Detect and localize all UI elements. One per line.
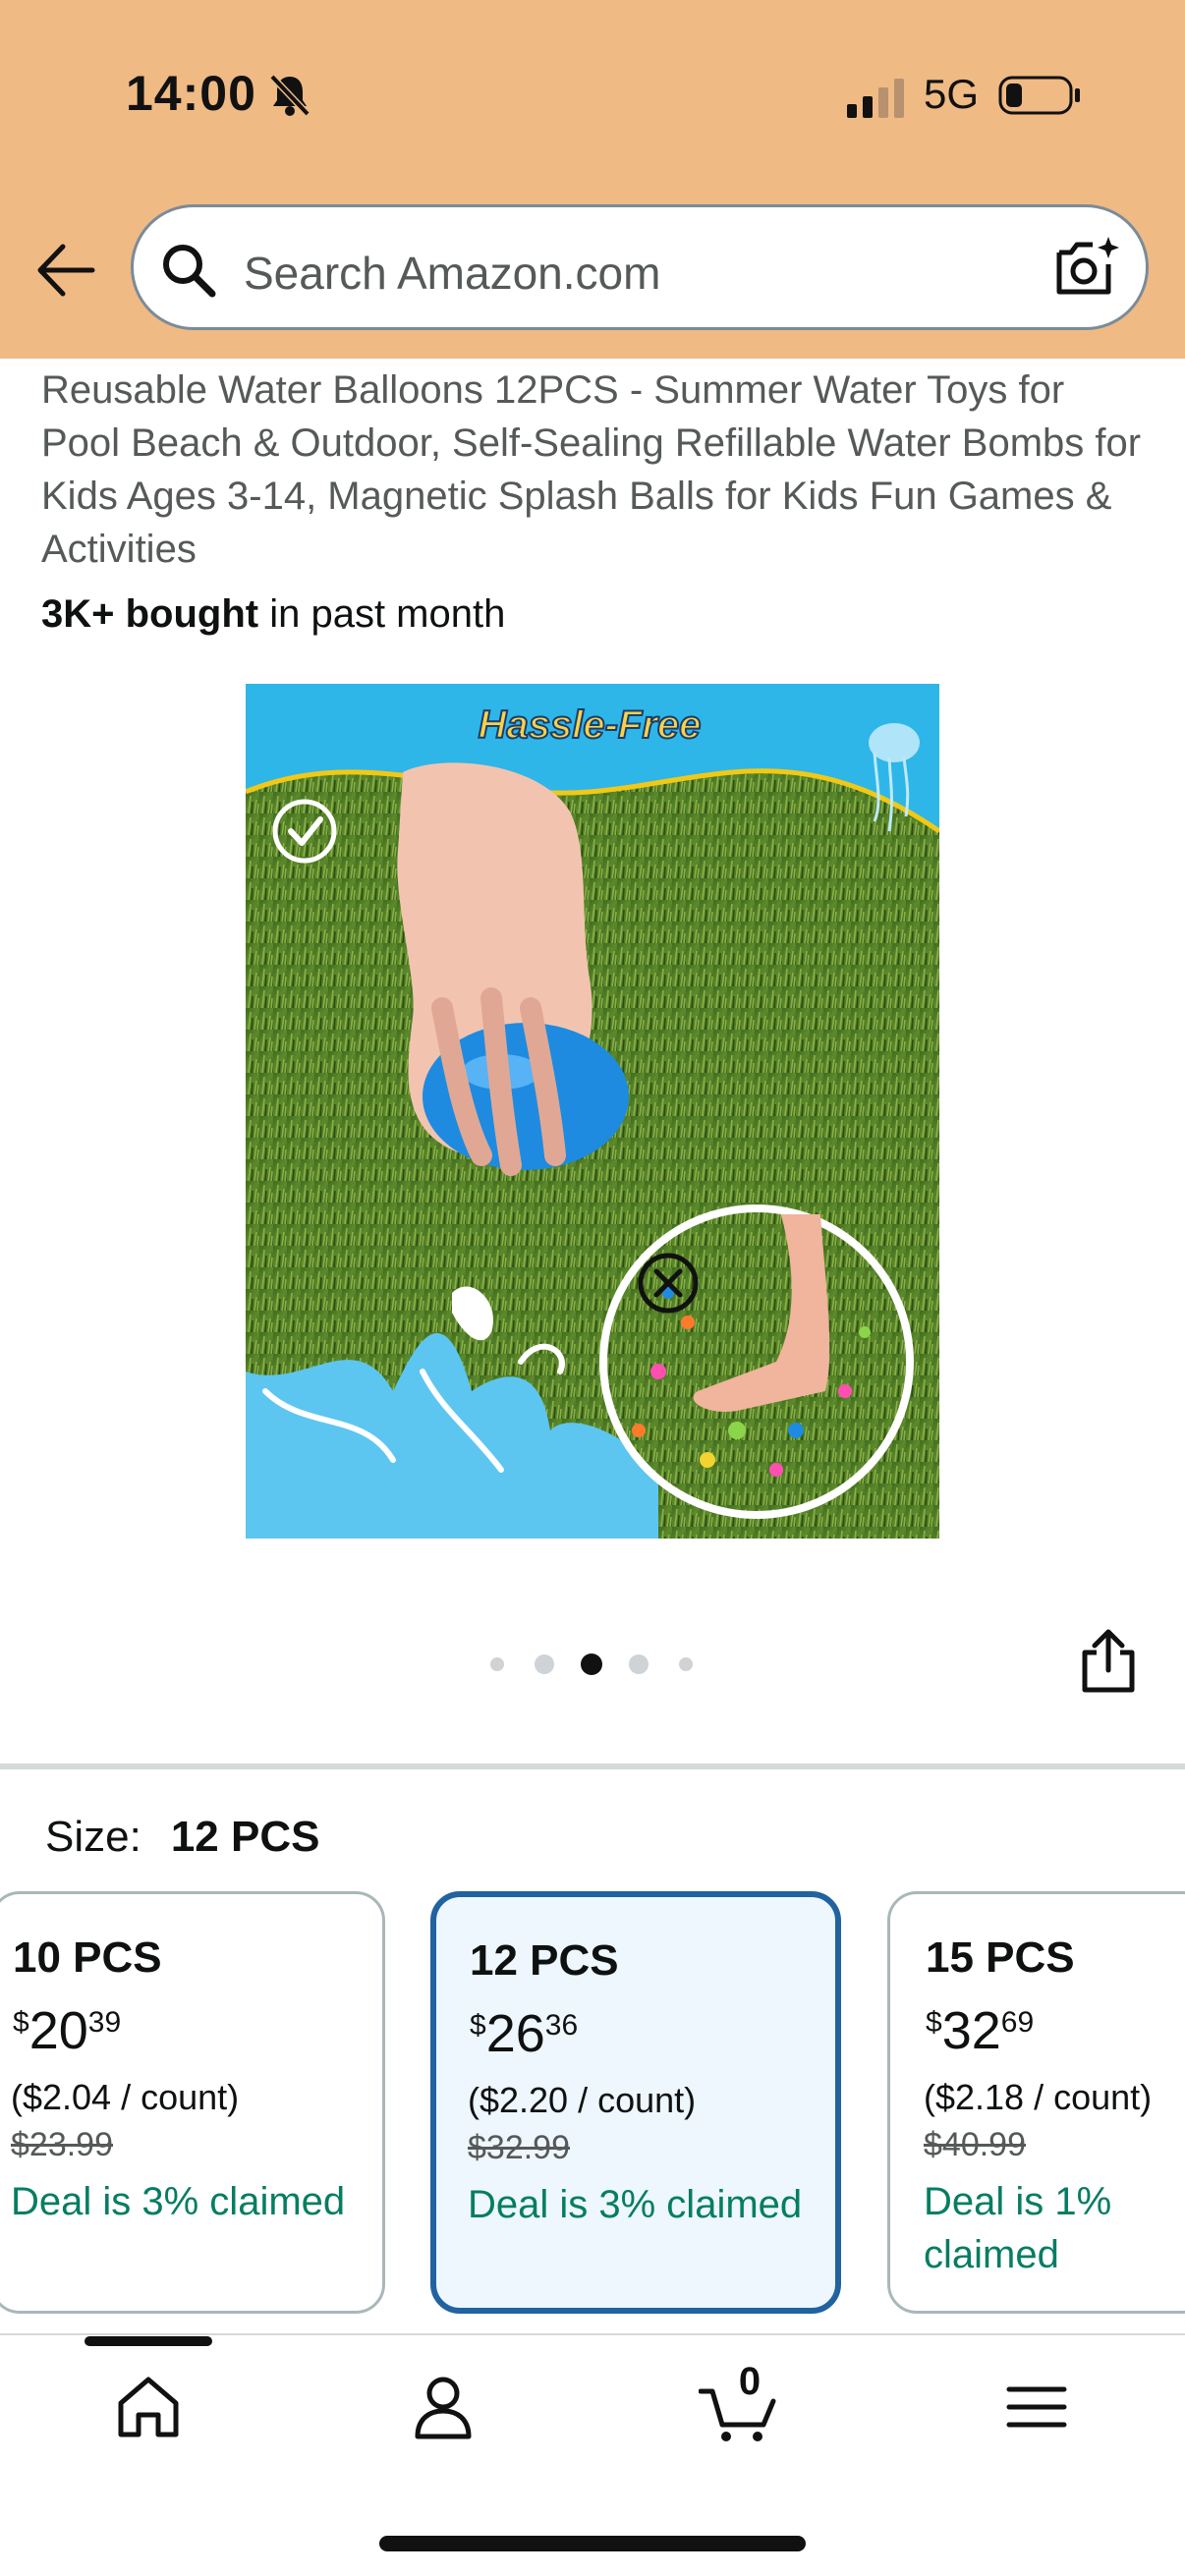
search-bar[interactable]: Search Amazon.com: [131, 204, 1149, 330]
size-option-price: $2636: [470, 2003, 578, 2064]
size-option-10-pcs[interactable]: 10 PCS $2039 ($2.04 / count) $23.99 Deal…: [0, 1891, 385, 2314]
bought-count-bold: 3K+ bought: [41, 592, 259, 636]
bought-count-rest: in past month: [258, 592, 506, 636]
bell-slash-icon: [269, 74, 310, 117]
home-icon[interactable]: [109, 2368, 188, 2446]
home-indicator[interactable]: [379, 2536, 806, 2551]
account-icon[interactable]: [404, 2368, 482, 2446]
size-selector-label: Size: 12 PCS: [45, 1813, 319, 1862]
cart-count: 0: [738, 2360, 762, 2403]
carousel-dot[interactable]: [629, 1654, 649, 1674]
size-label: Size:: [45, 1813, 141, 1861]
price-whole: 26: [485, 2004, 545, 2063]
price-whole: 32: [941, 2001, 1001, 2060]
size-option-deal: Deal is 1% claimed: [924, 2180, 1112, 2276]
price-symbol: $: [926, 2006, 942, 2039]
back-arrow-icon[interactable]: [35, 242, 96, 299]
carousel-dot[interactable]: [490, 1657, 504, 1671]
carousel-dot[interactable]: [535, 1654, 554, 1674]
camera-search-icon[interactable]: [1053, 235, 1120, 300]
product-image[interactable]: Hassle-Free: [246, 684, 939, 1539]
search-icon: [163, 245, 216, 298]
size-option-15-pcs[interactable]: 15 PCS $3269 ($2.18 / count) $40.99 Deal…: [887, 1891, 1185, 2314]
size-option-list-price: $40.99: [924, 2126, 1026, 2163]
size-option-deal: Deal is 3% claimed: [11, 2180, 346, 2223]
size-option-unit-price: ($2.04 / count): [11, 2077, 240, 2117]
size-selected-value: 12 PCS: [170, 1813, 320, 1861]
carousel-dots[interactable]: [485, 1651, 702, 1678]
active-tab-indicator: [85, 2336, 212, 2346]
network-label: 5G: [924, 71, 980, 117]
size-option-list-price: $23.99: [11, 2126, 113, 2163]
price-fraction: 69: [1000, 2006, 1035, 2039]
size-option-name: 10 PCS: [13, 1933, 162, 1982]
battery-icon: [998, 76, 1080, 115]
size-option-unit-price: ($2.20 / count): [468, 2080, 697, 2120]
size-option-name: 15 PCS: [926, 1933, 1075, 1982]
signal-icon: [847, 79, 904, 118]
size-option-list-price: $32.99: [468, 2129, 570, 2166]
size-option-12-pcs[interactable]: 12 PCS $2636 ($2.20 / count) $32.99 Deal…: [430, 1891, 841, 2314]
size-option-deal: Deal is 3% claimed: [468, 2183, 803, 2226]
price-whole: 20: [28, 2001, 88, 2060]
search-input[interactable]: Search Amazon.com: [244, 247, 660, 300]
carousel-dot-active[interactable]: [581, 1653, 602, 1675]
image-banner-text: Hassle-Free: [479, 703, 702, 747]
size-option-price: $2039: [13, 2000, 121, 2061]
size-option-name: 12 PCS: [470, 1936, 619, 1985]
price-symbol: $: [13, 2006, 29, 2039]
size-option-unit-price: ($2.18 / count): [924, 2077, 1153, 2117]
product-title[interactable]: Reusable Water Balloons 12PCS - Summer W…: [41, 364, 1152, 576]
bought-count: 3K+ bought in past month: [41, 592, 505, 637]
price-fraction: 39: [87, 2006, 122, 2039]
carousel-dot[interactable]: [679, 1657, 693, 1671]
status-time: 14:00: [126, 66, 256, 121]
share-icon[interactable]: [1077, 1629, 1140, 1694]
price-fraction: 36: [544, 2009, 579, 2042]
section-divider: [0, 1764, 1185, 1769]
menu-icon[interactable]: [997, 2368, 1076, 2446]
size-option-price: $3269: [926, 2000, 1034, 2061]
price-symbol: $: [470, 2009, 486, 2042]
